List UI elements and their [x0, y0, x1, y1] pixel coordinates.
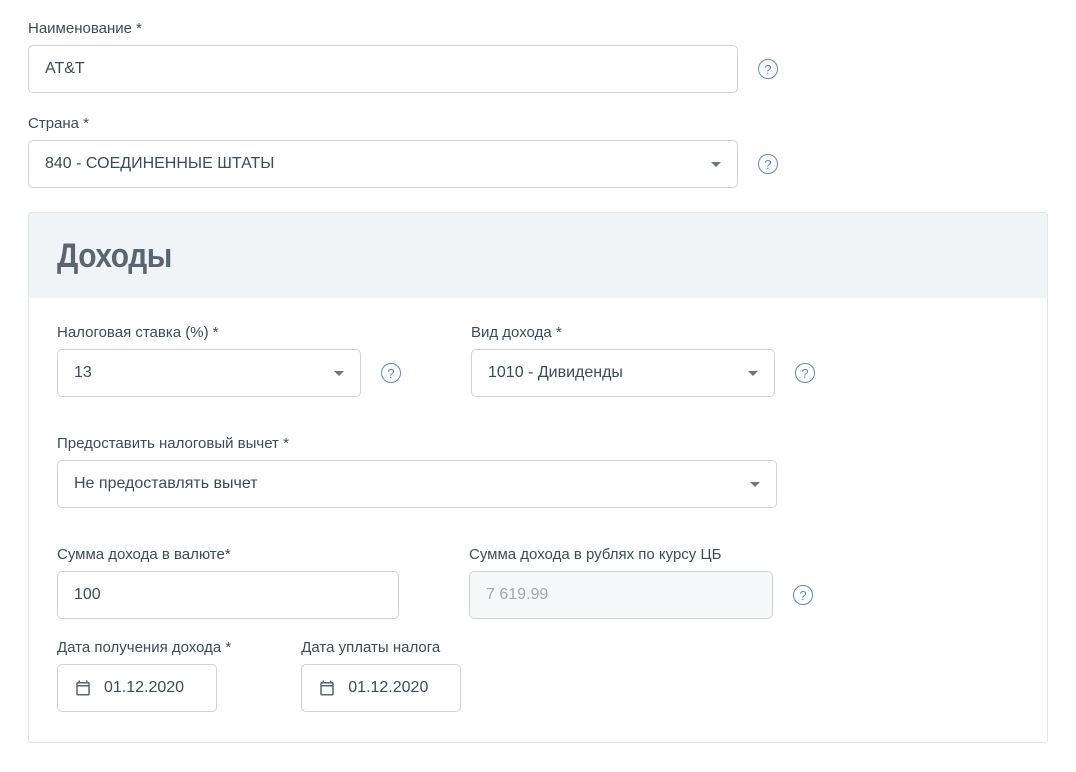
chevron-down-icon [711, 162, 721, 167]
name-input[interactable] [28, 45, 738, 93]
date-tax-paid-input[interactable]: 01.12.2020 [301, 664, 461, 712]
income-panel-header: Доходы [29, 213, 1047, 298]
calendar-icon [74, 679, 92, 697]
date-tax-paid-value: 01.12.2020 [348, 679, 428, 697]
chevron-down-icon [750, 482, 760, 487]
chevron-down-icon [748, 371, 758, 376]
amount-currency-label: Сумма дохода в валюте* [57, 546, 399, 563]
amount-currency-input[interactable] [57, 571, 399, 619]
country-value: 840 - СОЕДИНЕННЫЕ ШТАТЫ [45, 155, 274, 173]
amount-rub-label: Сумма дохода в рублях по курсу ЦБ [469, 546, 813, 563]
help-icon[interactable] [758, 154, 778, 174]
country-select[interactable]: 840 - СОЕДИНЕННЫЕ ШТАТЫ [28, 140, 738, 188]
name-label: Наименование * [28, 20, 1048, 37]
help-icon[interactable] [795, 363, 815, 383]
tax-rate-label: Налоговая ставка (%) * [57, 324, 401, 341]
help-icon[interactable] [381, 363, 401, 383]
tax-rate-value: 13 [74, 364, 92, 382]
income-panel-title: Доходы [57, 237, 904, 276]
deduction-select[interactable]: Не предоставлять вычет [57, 460, 777, 508]
income-type-select[interactable]: 1010 - Дивиденды [471, 349, 775, 397]
help-icon[interactable] [793, 585, 813, 605]
income-type-value: 1010 - Дивиденды [488, 364, 623, 382]
income-type-label: Вид дохода * [471, 324, 815, 341]
amount-rub-input [469, 571, 773, 619]
income-panel: Доходы Налоговая ставка (%) * 13 Вид д [28, 212, 1048, 743]
chevron-down-icon [334, 371, 344, 376]
date-tax-paid-label: Дата уплаты налога [301, 639, 461, 656]
country-label: Страна * [28, 115, 1048, 132]
tax-rate-select[interactable]: 13 [57, 349, 361, 397]
deduction-value: Не предоставлять вычет [74, 475, 258, 493]
date-received-label: Дата получения дохода * [57, 639, 231, 656]
calendar-icon [318, 679, 336, 697]
date-received-input[interactable]: 01.12.2020 [57, 664, 217, 712]
help-icon[interactable] [758, 59, 778, 79]
date-received-value: 01.12.2020 [104, 679, 184, 697]
deduction-label: Предоставить налоговый вычет * [57, 435, 777, 452]
